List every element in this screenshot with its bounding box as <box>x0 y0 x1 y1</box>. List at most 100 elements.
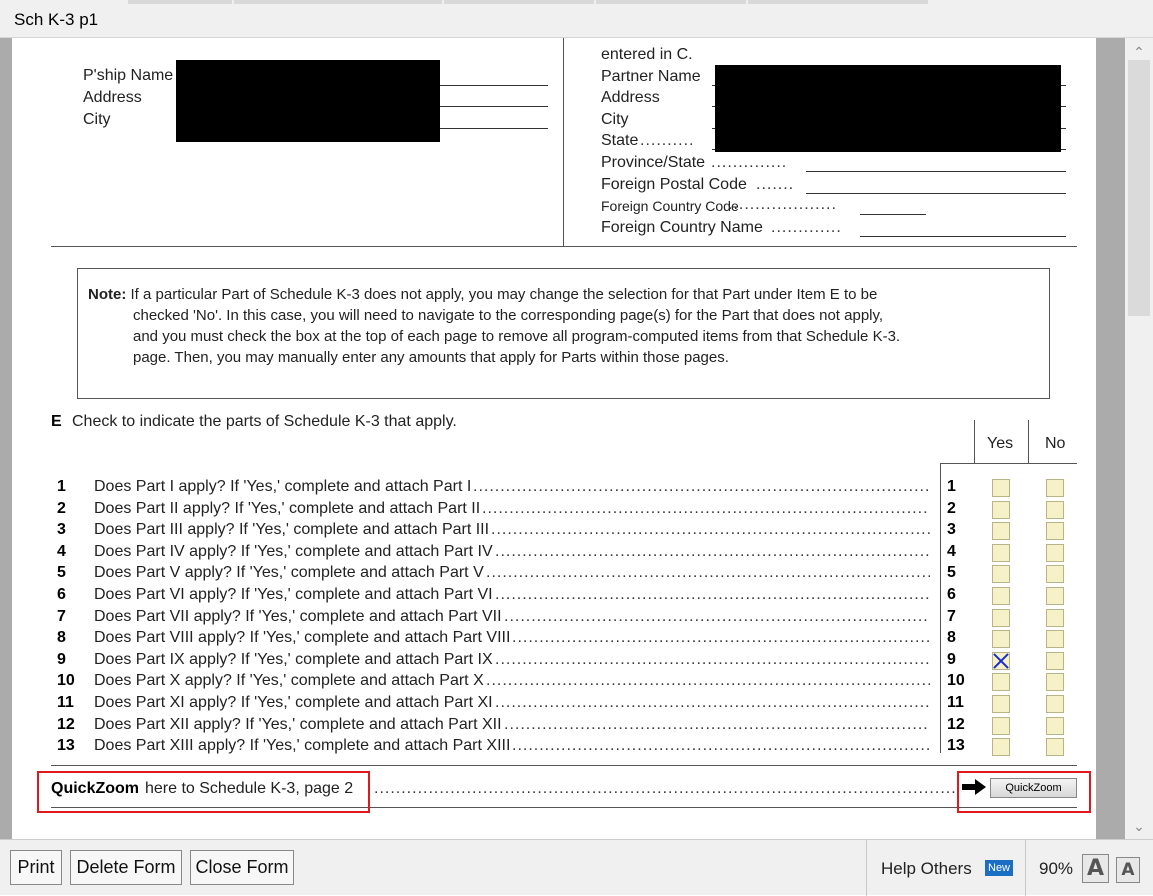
leader-dots: .............. <box>711 154 788 171</box>
tab-strip-segment <box>234 0 442 4</box>
leader-dots: ........................................… <box>486 564 930 581</box>
leader-dots: ........................................… <box>473 478 930 495</box>
row-number: 10 <box>57 672 75 689</box>
part-question-text: Does Part XI apply? If 'Yes,' complete a… <box>94 694 493 711</box>
window-title: Sch K-3 p1 <box>14 10 99 29</box>
yes-checkbox[interactable] <box>992 587 1010 605</box>
no-checkbox[interactable] <box>1046 565 1064 583</box>
tab-strip-segment <box>128 0 232 4</box>
bottom-toolbar: Print Delete Form Close Form Help Others… <box>0 839 1153 896</box>
delete-form-button[interactable]: Delete Form <box>70 850 182 885</box>
leader-dots: ........................................… <box>512 737 930 754</box>
row-number: 11 <box>57 694 74 711</box>
part-question-text: Does Part IX apply? If 'Yes,' complete a… <box>94 651 493 668</box>
part-question-text: Does Part VII apply? If 'Yes,' complete … <box>94 608 502 625</box>
row-number: 5 <box>57 564 66 581</box>
row-number-right: 1 <box>947 478 956 495</box>
quickzoom-button[interactable]: QuickZoom <box>990 778 1077 798</box>
section-e-heading: Check to indicate the parts of Schedule … <box>72 413 457 430</box>
section-divider <box>51 246 1077 247</box>
row-number-right: 13 <box>947 737 965 754</box>
no-checkbox[interactable] <box>1046 522 1064 540</box>
yes-column-header: Yes <box>987 435 1014 452</box>
row-number: 7 <box>57 608 66 625</box>
note-text: Note: If a particular Part of Schedule K… <box>88 284 1038 368</box>
part-question-text: Does Part IV apply? If 'Yes,' complete a… <box>94 543 493 560</box>
yes-checkbox[interactable] <box>992 695 1010 713</box>
pship-name-label: P'ship Name <box>83 67 174 84</box>
row-number: 8 <box>57 629 66 646</box>
column-divider <box>1028 420 1029 464</box>
no-checkbox[interactable] <box>1046 695 1064 713</box>
scroll-up-icon[interactable]: ⌃ <box>1129 42 1149 62</box>
part-question-text: Does Part XIII apply? If 'Yes,' complete… <box>94 737 511 754</box>
yes-checkbox[interactable] <box>992 501 1010 519</box>
no-checkbox[interactable] <box>1046 587 1064 605</box>
partner-province-label: Province/State <box>601 154 706 171</box>
yes-checkbox[interactable] <box>992 717 1010 735</box>
pship-city-label: City <box>83 111 111 128</box>
leader-dots: ........................................… <box>504 716 930 733</box>
partner-country-name-label: Foreign Country Name <box>601 219 763 236</box>
foreign-country-name-field[interactable] <box>860 236 1066 237</box>
province-state-field[interactable] <box>806 171 1066 172</box>
no-checkbox[interactable] <box>1046 738 1064 756</box>
leader-dots: ........................................… <box>495 543 930 560</box>
vertical-scrollbar[interactable]: ⌃ ⌄ <box>1125 38 1153 839</box>
part-question-text: Does Part V apply? If 'Yes,' complete an… <box>94 564 484 581</box>
form-viewport: P'ship Name Address City entered in C. P… <box>0 38 1153 839</box>
partner-postal-label: Foreign Postal Code <box>601 176 747 193</box>
toolbar-separator <box>866 840 867 896</box>
row-number: 9 <box>57 651 66 668</box>
column-divider <box>974 420 975 464</box>
arrow-right-icon <box>962 779 986 795</box>
row-number: 13 <box>57 737 75 754</box>
no-checkbox[interactable] <box>1046 652 1064 670</box>
part-question-text: Does Part III apply? If 'Yes,' complete … <box>94 521 490 538</box>
leader-dots: ....... <box>756 176 795 193</box>
note-line: checked 'No'. In this case, you will nee… <box>133 307 884 324</box>
foreign-postal-code-field[interactable] <box>806 193 1066 194</box>
no-checkbox[interactable] <box>1046 479 1064 497</box>
help-others-link[interactable]: Help Others <box>881 859 972 879</box>
row-number: 6 <box>57 586 66 603</box>
row-number: 4 <box>57 543 66 560</box>
no-checkbox[interactable] <box>1046 544 1064 562</box>
row-number-right: 10 <box>947 672 965 689</box>
no-checkbox[interactable] <box>1046 609 1064 627</box>
scroll-thumb[interactable] <box>1128 60 1150 316</box>
leader-dots: ........................................… <box>482 500 930 517</box>
no-checkbox[interactable] <box>1046 630 1064 648</box>
no-checkbox[interactable] <box>1046 717 1064 735</box>
row-number-right: 9 <box>947 651 956 668</box>
leader-dots: .................... <box>728 196 837 213</box>
row-number: 12 <box>57 716 75 733</box>
decrease-font-button[interactable]: A <box>1116 857 1140 883</box>
partner-name-label: Partner Name <box>601 68 701 85</box>
yes-checkbox[interactable] <box>992 544 1010 562</box>
quickzoom-highlight-box <box>37 771 370 813</box>
foreign-country-code-field[interactable] <box>860 214 926 215</box>
no-checkbox[interactable] <box>1046 673 1064 691</box>
part-question-text: Does Part VIII apply? If 'Yes,' complete… <box>94 629 511 646</box>
row-number-right: 7 <box>947 608 956 625</box>
close-form-button[interactable]: Close Form <box>190 850 294 885</box>
leader-dots: ........................................… <box>495 651 930 668</box>
yes-checkbox[interactable] <box>992 673 1010 691</box>
yes-checkbox[interactable] <box>992 522 1010 540</box>
title-bar: Sch K-3 p1 <box>0 0 1153 38</box>
increase-font-button[interactable]: A <box>1082 854 1109 883</box>
yes-checkbox[interactable] <box>992 609 1010 627</box>
yes-checkbox[interactable] <box>992 479 1010 497</box>
part-question-text: Does Part VI apply? If 'Yes,' complete a… <box>94 586 493 603</box>
no-checkbox[interactable] <box>1046 501 1064 519</box>
row-number-right: 4 <box>947 543 956 560</box>
yes-checkbox[interactable] <box>992 738 1010 756</box>
yes-checkbox[interactable] <box>992 630 1010 648</box>
scroll-down-icon[interactable]: ⌄ <box>1129 816 1149 836</box>
leader-dots: ............. <box>771 219 842 236</box>
yes-checkbox[interactable] <box>992 652 1010 670</box>
row-number-right: 5 <box>947 564 956 581</box>
yes-checkbox[interactable] <box>992 565 1010 583</box>
print-button[interactable]: Print <box>10 850 62 885</box>
